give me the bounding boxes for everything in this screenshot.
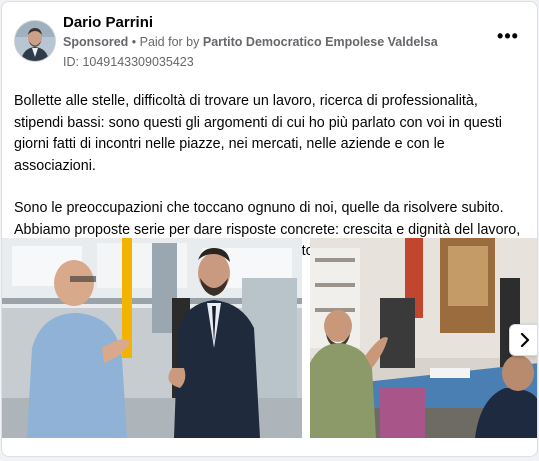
sponsored-label: Sponsored: [63, 35, 129, 49]
image-carousel: [2, 238, 537, 438]
author-avatar[interactable]: [14, 20, 56, 62]
carousel-next-button[interactable]: [509, 324, 537, 356]
paid-for-prefix: • Paid for by: [128, 35, 203, 49]
factory-photo: [2, 238, 302, 438]
carousel-image-1[interactable]: [2, 238, 302, 438]
avatar-image: [15, 21, 55, 61]
more-options-icon[interactable]: •••: [493, 27, 523, 49]
payer-link[interactable]: Partito Democratico Empolese Valdelsa: [203, 35, 438, 49]
author-name[interactable]: Dario Parrini: [63, 14, 153, 31]
post-header: Dario Parrini Sponsored • Paid for by Pa…: [2, 2, 537, 82]
meeting-photo: [310, 238, 537, 438]
chevron-right-icon: [520, 333, 530, 347]
post-paragraph: Bollette alle stelle, difficoltà di trov…: [14, 93, 502, 174]
post-text: Bollette alle stelle, difficoltà di trov…: [14, 91, 528, 263]
carousel-image-2[interactable]: [310, 238, 537, 438]
ad-post-card: Dario Parrini Sponsored • Paid for by Pa…: [1, 1, 538, 457]
sponsored-meta: Sponsored • Paid for by Partito Democrat…: [63, 35, 438, 49]
ad-id: ID: 1049143309035423: [63, 55, 194, 69]
